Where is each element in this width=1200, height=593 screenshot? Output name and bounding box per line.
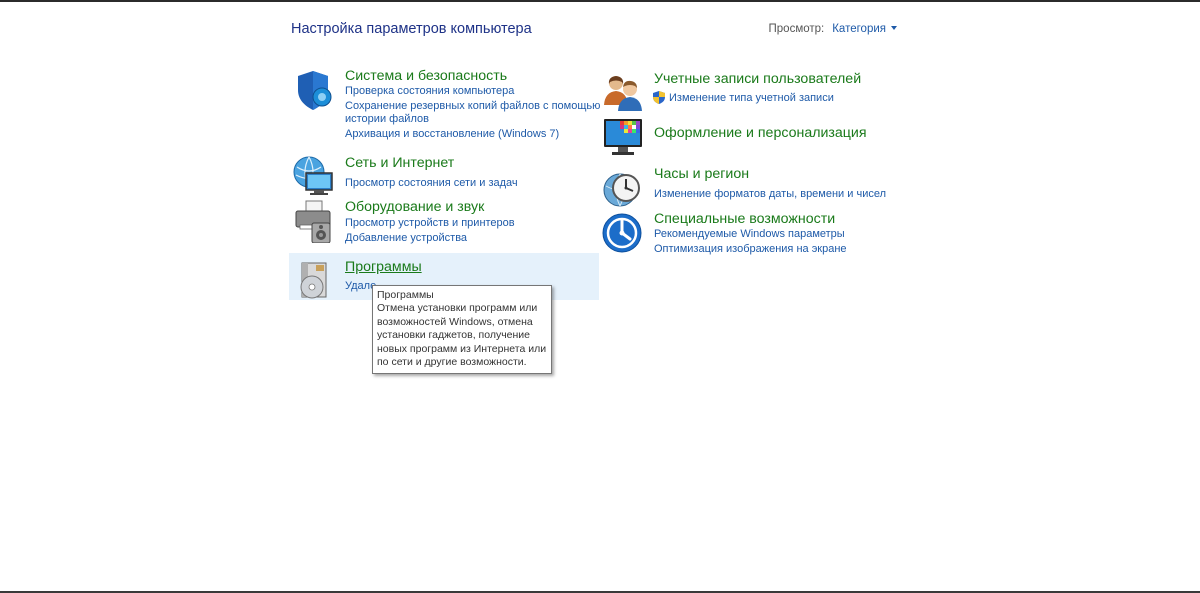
- tooltip-line: Отмена установки программ или: [377, 302, 538, 315]
- category-title-appearance[interactable]: Оформление и персонализация: [654, 125, 867, 141]
- link-file-history-backup-2[interactable]: истории файлов: [345, 112, 429, 127]
- tooltip-programs: Программы Отмена установки программ или …: [372, 285, 552, 375]
- network-globe-icon[interactable]: [292, 155, 336, 199]
- monitor-palette-icon[interactable]: [602, 115, 646, 159]
- uac-shield-icon: [653, 91, 665, 104]
- tooltip-title: Программы: [377, 289, 434, 301]
- link-check-computer-status[interactable]: Проверка состояния компьютера: [345, 84, 514, 99]
- chevron-down-icon[interactable]: [891, 26, 897, 30]
- programs-disc-icon[interactable]: [292, 259, 336, 303]
- shield-icon[interactable]: [293, 68, 337, 112]
- link-backup-restore[interactable]: Архивация и восстановление (Windows 7): [345, 127, 559, 142]
- view-by-dropdown[interactable]: Категория: [832, 23, 886, 35]
- category-title-hardware-sound[interactable]: Оборудование и звук: [345, 199, 484, 215]
- category-title-network-internet[interactable]: Сеть и Интернет: [345, 155, 454, 171]
- category-title-system-security[interactable]: Система и безопасность: [345, 68, 507, 84]
- tooltip-line: установки гаджетов, получение: [377, 329, 531, 342]
- link-change-account-type[interactable]: Изменение типа учетной записи: [669, 91, 834, 106]
- category-title-user-accounts[interactable]: Учетные записи пользователей: [654, 71, 861, 87]
- category-title-clock-region[interactable]: Часы и регион: [654, 166, 749, 182]
- tooltip-line: возможностей Windows, отмена: [377, 315, 533, 328]
- link-devices-printers[interactable]: Просмотр устройств и принтеров: [345, 216, 515, 231]
- category-title-programs[interactable]: Программы: [345, 259, 422, 275]
- link-optimize-visual-display[interactable]: Оптимизация изображения на экране: [654, 242, 847, 257]
- link-recommended-settings[interactable]: Рекомендуемые Windows параметры: [654, 227, 845, 242]
- link-date-time-formats[interactable]: Изменение форматов даты, времени и чисел: [654, 187, 886, 202]
- link-add-device[interactable]: Добавление устройства: [345, 231, 467, 246]
- view-by-bar: Просмотр: Категория: [769, 23, 897, 35]
- tooltip-line: новых программ из Интернета или: [377, 342, 547, 355]
- link-network-status[interactable]: Просмотр состояния сети и задач: [345, 176, 518, 191]
- printer-speaker-icon[interactable]: [292, 199, 336, 243]
- view-by-label: Просмотр:: [768, 23, 825, 35]
- tooltip-line: по сети и другие возможности.: [377, 356, 527, 369]
- clock-globe-icon[interactable]: [602, 166, 646, 210]
- users-icon[interactable]: [602, 71, 646, 115]
- page-title: Настройка параметров компьютера: [291, 21, 532, 37]
- category-title-accessibility[interactable]: Специальные возможности: [654, 211, 835, 227]
- accessibility-icon[interactable]: [602, 211, 646, 255]
